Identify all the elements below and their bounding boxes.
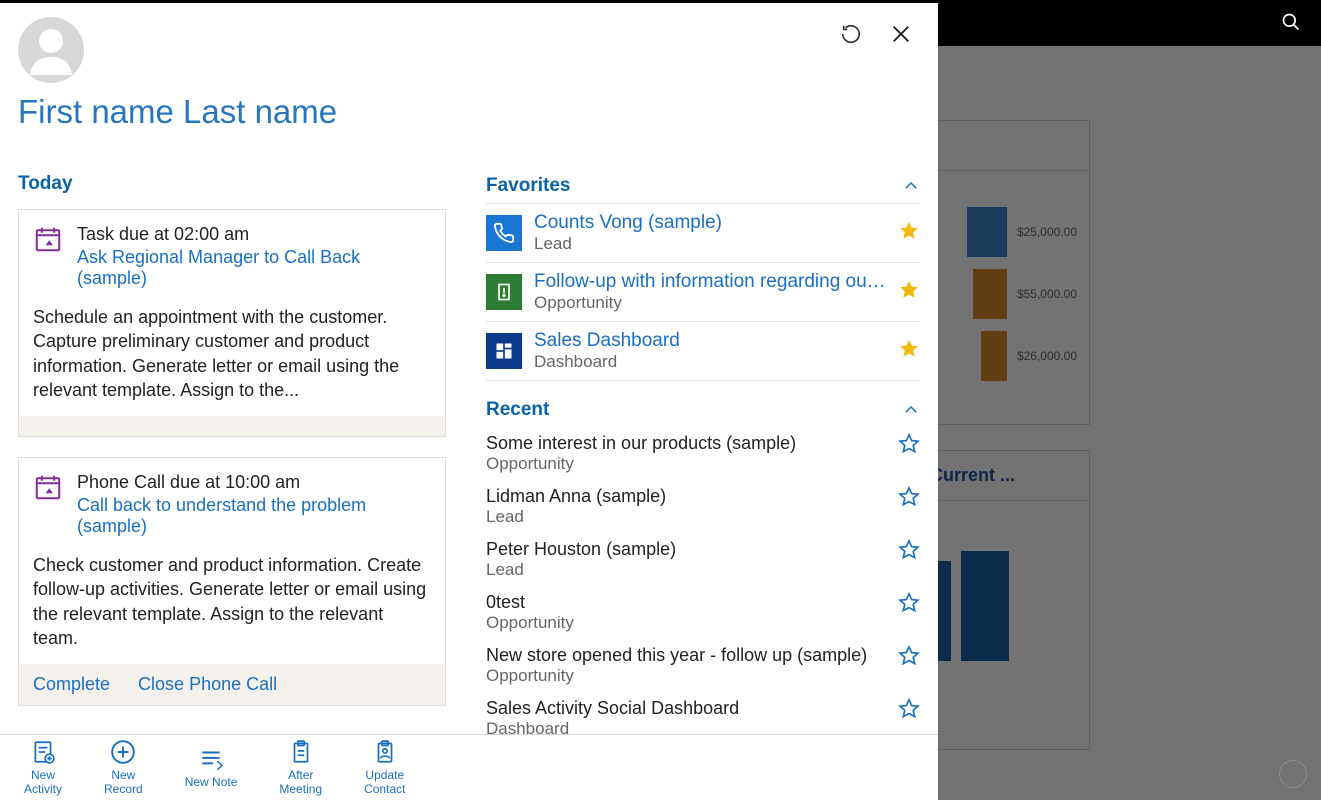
assistant-bubble-icon[interactable]	[1279, 760, 1307, 788]
star-icon[interactable]	[898, 539, 920, 566]
recent-item[interactable]: New store opened this year - follow up (…	[486, 639, 920, 692]
favorite-title: Sales Dashboard	[534, 330, 886, 352]
recent-subtitle: Opportunity	[486, 666, 886, 686]
star-icon[interactable]	[898, 698, 920, 725]
favorite-type-icon	[486, 215, 522, 251]
recent-item[interactable]: Lidman Anna (sample)Lead	[486, 480, 920, 533]
recent-title: Lidman Anna (sample)	[486, 486, 886, 507]
today-task-card[interactable]: Task due at 02:00 am Ask Regional Manage…	[18, 209, 446, 437]
action-bar: NewActivity NewRecord New Note AfterMeet…	[0, 734, 938, 800]
recent-subtitle: Opportunity	[486, 454, 886, 474]
new-record-button[interactable]: NewRecord	[104, 739, 143, 797]
person-name: First name Last name	[18, 93, 337, 131]
favorite-type-icon	[486, 333, 522, 369]
recent-title: 0test	[486, 592, 886, 613]
assistant-panel: First name Last name Today	[0, 3, 938, 800]
favorite-item[interactable]: Counts Vong (sample)Lead	[486, 203, 920, 263]
today-task-card[interactable]: Phone Call due at 10:00 am Call back to …	[18, 457, 446, 706]
phonecall-icon	[33, 472, 63, 537]
new-note-button[interactable]: New Note	[185, 746, 238, 790]
task-footer	[19, 416, 445, 436]
star-icon[interactable]	[898, 433, 920, 460]
task-due-line: Task due at 02:00 am	[77, 224, 431, 245]
task-body: Schedule an appointment with the custome…	[19, 293, 445, 416]
recent-title: Some interest in our products (sample)	[486, 433, 886, 454]
favorite-title: Follow-up with information regarding our…	[534, 271, 886, 293]
collapse-favorites-icon[interactable]	[902, 177, 920, 200]
recent-title: Sales Activity Social Dashboard	[486, 698, 886, 719]
favorites-heading: Favorites	[486, 175, 570, 197]
recent-subtitle: Opportunity	[486, 613, 886, 633]
close-phone-call-button[interactable]: Close Phone Call	[138, 674, 277, 695]
collapse-recent-icon[interactable]	[902, 401, 920, 424]
favorite-title: Counts Vong (sample)	[534, 212, 886, 234]
complete-button[interactable]: Complete	[33, 674, 110, 695]
avatar	[18, 17, 84, 88]
recent-heading: Recent	[486, 399, 549, 421]
refresh-button[interactable]	[838, 21, 864, 47]
recent-title: Peter Houston (sample)	[486, 539, 886, 560]
star-icon[interactable]	[898, 279, 920, 306]
recent-item[interactable]: 0testOpportunity	[486, 586, 920, 639]
favorite-subtitle: Opportunity	[534, 293, 886, 313]
recent-item[interactable]: Some interest in our products (sample)Op…	[486, 427, 920, 480]
recent-subtitle: Lead	[486, 507, 886, 527]
recent-title: New store opened this year - follow up (…	[486, 645, 886, 666]
favorite-item[interactable]: Sales DashboardDashboard	[486, 322, 920, 381]
star-icon[interactable]	[898, 220, 920, 247]
task-title-link[interactable]: Call back to understand the problem (sam…	[77, 495, 431, 537]
recent-item[interactable]: Peter Houston (sample)Lead	[486, 533, 920, 586]
task-due-line: Phone Call due at 10:00 am	[77, 472, 431, 493]
favorite-subtitle: Lead	[534, 234, 886, 254]
after-meeting-button[interactable]: AfterMeeting	[279, 739, 322, 797]
today-heading: Today	[18, 173, 446, 195]
star-icon[interactable]	[898, 338, 920, 365]
favorite-type-icon	[486, 274, 522, 310]
search-icon[interactable]	[1281, 12, 1301, 37]
star-icon[interactable]	[898, 645, 920, 672]
task-icon	[33, 224, 63, 289]
dimmed-overlay	[938, 0, 1321, 800]
update-contact-button[interactable]: UpdateContact	[364, 739, 405, 797]
task-title-link[interactable]: Ask Regional Manager to Call Back (sampl…	[77, 247, 431, 289]
star-icon[interactable]	[898, 592, 920, 619]
task-body: Check customer and product information. …	[19, 541, 445, 664]
star-icon[interactable]	[898, 486, 920, 513]
recent-subtitle: Lead	[486, 560, 886, 580]
new-activity-button[interactable]: NewActivity	[24, 739, 62, 797]
favorite-subtitle: Dashboard	[534, 352, 886, 372]
close-button[interactable]	[888, 21, 914, 47]
favorite-item[interactable]: Follow-up with information regarding our…	[486, 263, 920, 322]
